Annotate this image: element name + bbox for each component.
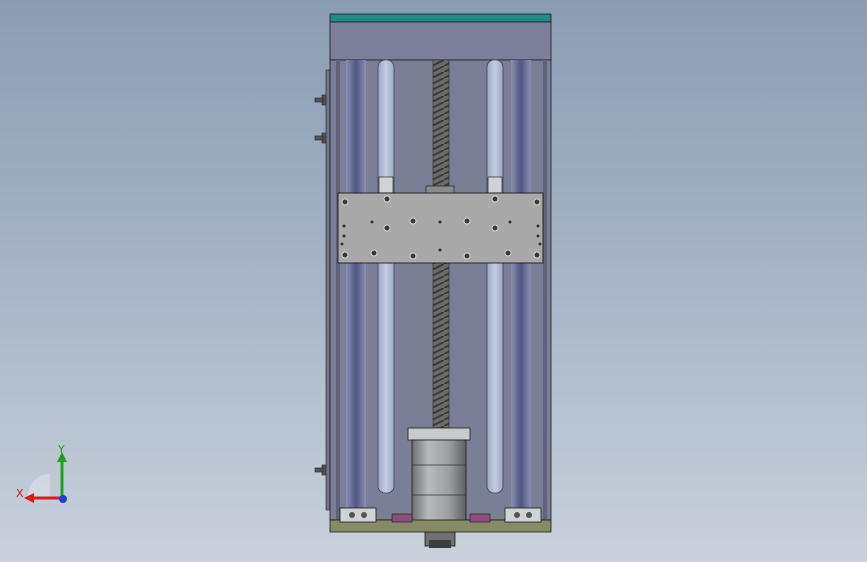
plate-pin-hole [342, 224, 346, 228]
plate-hole [533, 198, 541, 206]
triad-x-label: X [16, 487, 24, 500]
plate-pin-hole [508, 220, 512, 224]
plate-hole [491, 224, 499, 232]
plate-hole [504, 249, 512, 257]
plate-hole [341, 198, 349, 206]
plate-hole [341, 251, 349, 259]
carriage-plate [337, 192, 544, 264]
slot-right [486, 59, 504, 494]
plate-pin-hole [370, 220, 374, 224]
guide-rail-left [346, 60, 366, 520]
guide-rail-right [511, 60, 531, 520]
plate-hole [409, 217, 417, 225]
slot-left [377, 59, 395, 494]
cad-graphics-viewport[interactable]: Y X [0, 0, 867, 562]
plate-pin-hole [342, 234, 346, 238]
plate-hole [463, 217, 471, 225]
plate-hole [491, 195, 499, 203]
triad-y-label: Y [58, 443, 65, 456]
plate-pin-hole [536, 224, 540, 228]
plate-pin-hole [438, 220, 442, 224]
plate-hole [370, 249, 378, 257]
side-mounting-studs [314, 69, 331, 511]
plate-hole [409, 252, 417, 260]
plate-pin-hole [536, 234, 540, 238]
plate-pin-hole [340, 242, 344, 246]
plate-hole [383, 224, 391, 232]
orientation-triad: Y X [10, 440, 80, 510]
plate-pin-hole [438, 248, 442, 252]
plate-hole [533, 251, 541, 259]
top-cap [329, 13, 552, 61]
linear-actuator-model-front-view[interactable] [0, 0, 867, 562]
plate-hole [463, 252, 471, 260]
plate-pin-hole [538, 242, 542, 246]
plate-hole [383, 195, 391, 203]
